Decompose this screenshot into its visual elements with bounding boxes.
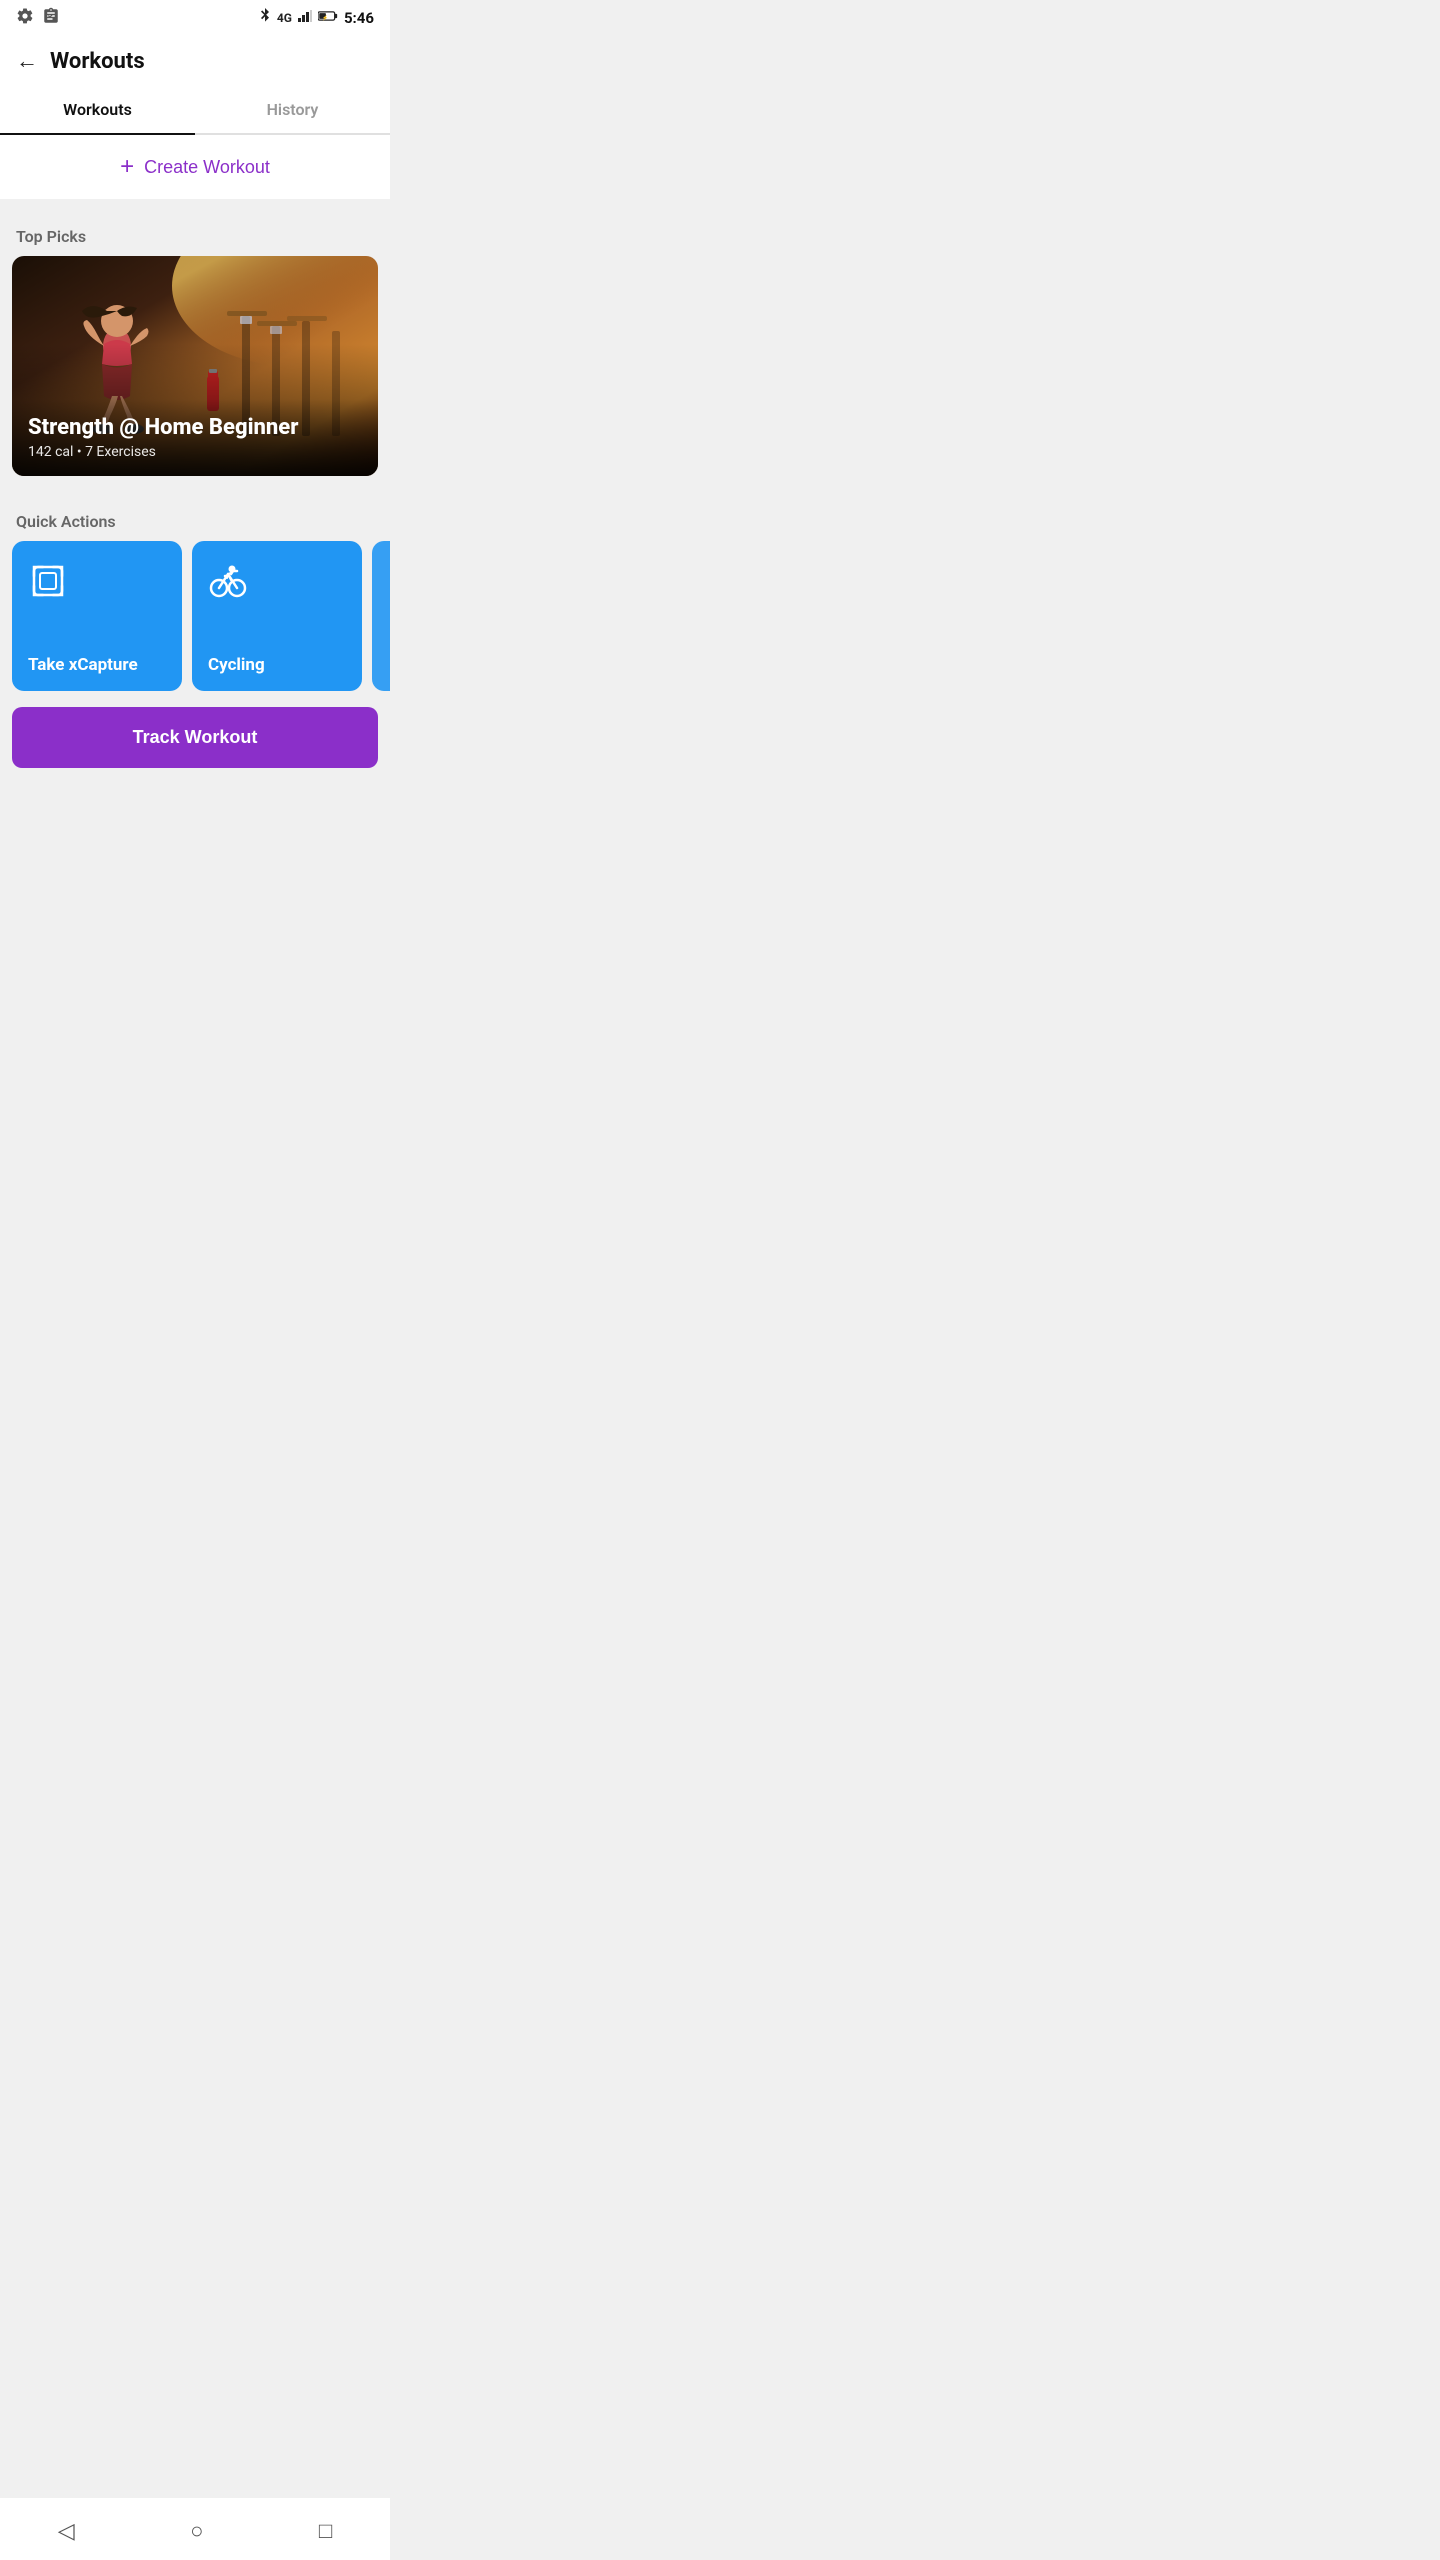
gear-icon xyxy=(16,7,34,29)
track-workout-button[interactable]: Track Workout xyxy=(12,707,378,768)
card-overlay: Strength @ Home Beginner 142 cal • 7 Exe… xyxy=(12,399,378,476)
top-nav: ← Workouts xyxy=(0,36,390,86)
page-title: Workouts xyxy=(50,49,145,74)
battery-icon: ⚡ xyxy=(318,10,338,26)
svg-text:⚡: ⚡ xyxy=(322,14,328,21)
workout-meta: 142 cal • 7 Exercises xyxy=(28,444,362,460)
quick-actions-section: Quick Actions Take xCapture xyxy=(0,496,390,707)
clipboard-icon xyxy=(42,7,60,29)
signal-icon: 4G xyxy=(277,11,292,25)
tab-history[interactable]: History xyxy=(195,86,390,133)
cycling-label: Cycling xyxy=(208,655,346,675)
main-content: Top Picks xyxy=(0,211,390,788)
cycling-icon xyxy=(208,561,248,601)
recent-nav-button[interactable]: □ xyxy=(295,2510,356,2552)
create-workout-label: Create Workout xyxy=(144,157,270,178)
status-time: 5:46 xyxy=(344,9,374,27)
top-picks-section: Top Picks xyxy=(0,211,390,476)
bluetooth-icon xyxy=(259,8,271,28)
xcapture-label: Take xCapture xyxy=(28,655,166,675)
home-nav-button[interactable]: ○ xyxy=(166,2510,227,2552)
status-bar-right-icons: 4G ⚡ 5:46 xyxy=(259,8,374,28)
status-bar: 4G ⚡ 5:46 xyxy=(0,0,390,36)
signal-bars xyxy=(298,10,312,26)
quick-actions-grid: Take xCapture xyxy=(0,541,390,707)
top-picks-label: Top Picks xyxy=(0,211,390,256)
back-button[interactable]: ← xyxy=(16,48,38,74)
back-nav-button[interactable]: ◁ xyxy=(34,2511,99,2552)
create-workout-section: + Create Workout xyxy=(0,135,390,199)
top-picks-card[interactable]: Strength @ Home Beginner 142 cal • 7 Exe… xyxy=(12,256,378,476)
quick-actions-label: Quick Actions xyxy=(0,496,390,541)
workout-title: Strength @ Home Beginner xyxy=(28,415,362,440)
tab-workouts[interactable]: Workouts xyxy=(0,86,195,133)
tabs: Workouts History xyxy=(0,86,390,135)
xcapture-card[interactable]: Take xCapture xyxy=(12,541,182,691)
status-bar-left-icons xyxy=(16,7,60,29)
plus-icon: + xyxy=(120,153,134,181)
cycling-card[interactable]: Cycling xyxy=(192,541,362,691)
xcapture-icon xyxy=(28,561,68,601)
bottom-nav: ◁ ○ □ xyxy=(0,2498,390,2560)
third-action-card[interactable] xyxy=(372,541,390,691)
create-workout-button[interactable]: + Create Workout xyxy=(0,135,390,199)
